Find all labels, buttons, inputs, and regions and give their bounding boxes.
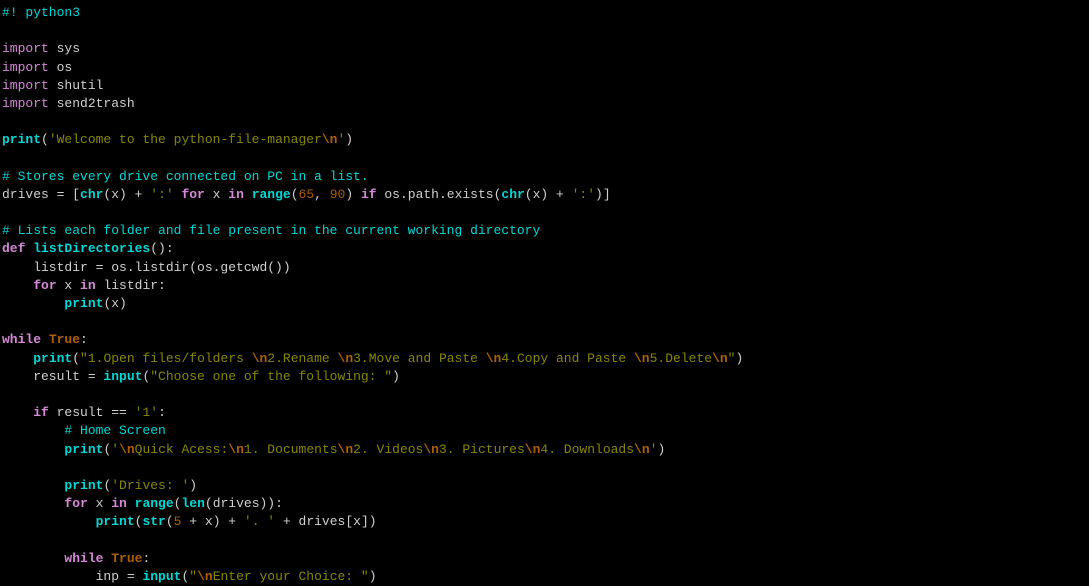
module-name: sys <box>49 41 80 56</box>
import-keyword: import <box>2 96 49 111</box>
while-keyword: while <box>2 332 41 347</box>
module-name: shutil <box>49 78 104 93</box>
shebang-line: #! python3 <box>2 5 80 20</box>
comment: # Lists each folder and file present in … <box>2 223 540 238</box>
import-keyword: import <box>2 78 49 93</box>
comment: # Stores every drive connected on PC in … <box>2 169 369 184</box>
import-keyword: import <box>2 41 49 56</box>
module-name: os <box>49 60 72 75</box>
code-editor[interactable]: #! python3 import sys import os import s… <box>2 4 1087 586</box>
function-name: listDirectories <box>33 241 150 256</box>
def-keyword: def <box>2 241 25 256</box>
module-name: send2trash <box>49 96 135 111</box>
print-call: print <box>2 132 41 147</box>
import-keyword: import <box>2 60 49 75</box>
comment: # Home Screen <box>2 423 166 438</box>
